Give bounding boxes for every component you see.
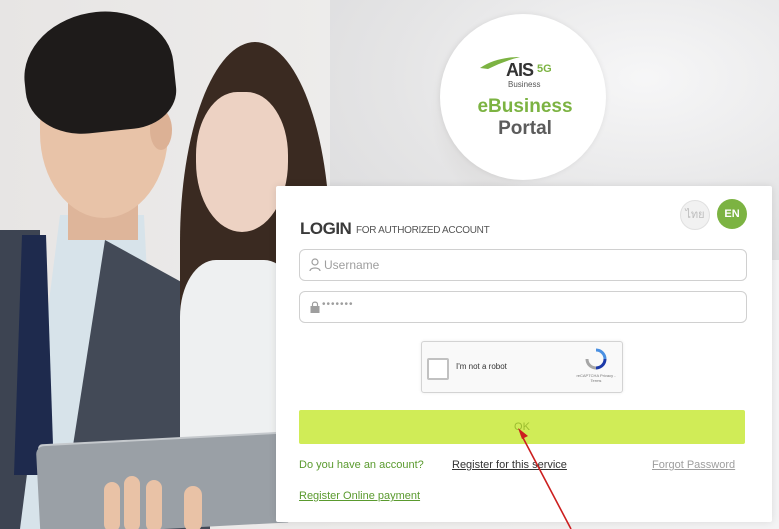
password-field[interactable]: ••••••• — [299, 291, 747, 323]
logo-5g: 5G — [537, 63, 552, 75]
hand — [124, 476, 140, 529]
language-en-button[interactable]: EN — [717, 199, 747, 229]
forgot-password-link[interactable]: Forgot Password — [652, 459, 735, 471]
logo-product-line2: Portal — [498, 118, 552, 139]
hand — [184, 486, 202, 529]
register-online-payment-link[interactable]: Register Online payment — [299, 490, 420, 502]
recaptcha-footer: reCAPTCHA Privacy - Terms — [576, 373, 616, 383]
ok-button[interactable]: OK — [299, 410, 745, 444]
logo-product-line1: eBusiness — [477, 96, 573, 117]
laptop — [35, 433, 289, 529]
username-placeholder: Username — [324, 258, 380, 272]
user-icon — [309, 258, 321, 272]
recaptcha-checkbox[interactable] — [427, 358, 449, 380]
language-th-button[interactable]: ไทย — [680, 200, 710, 230]
register-service-link[interactable]: Register for this service — [452, 459, 567, 471]
login-subtitle: FOR AUTHORIZED ACCOUNT — [356, 225, 490, 236]
hand — [104, 482, 120, 529]
account-question: Do you have an account? — [299, 459, 424, 471]
logo-brand: AIS — [506, 60, 534, 80]
recaptcha-icon — [585, 348, 607, 370]
man-hair — [18, 4, 180, 140]
login-title: LOGIN — [300, 219, 352, 238]
woman-face — [196, 92, 288, 232]
logo-tagline: Business — [508, 80, 541, 89]
username-field[interactable]: Username — [299, 249, 747, 281]
recaptcha-label: I'm not a robot — [456, 362, 507, 371]
password-value: ••••••• — [322, 299, 354, 310]
lock-icon — [310, 301, 320, 313]
hand — [146, 480, 162, 529]
